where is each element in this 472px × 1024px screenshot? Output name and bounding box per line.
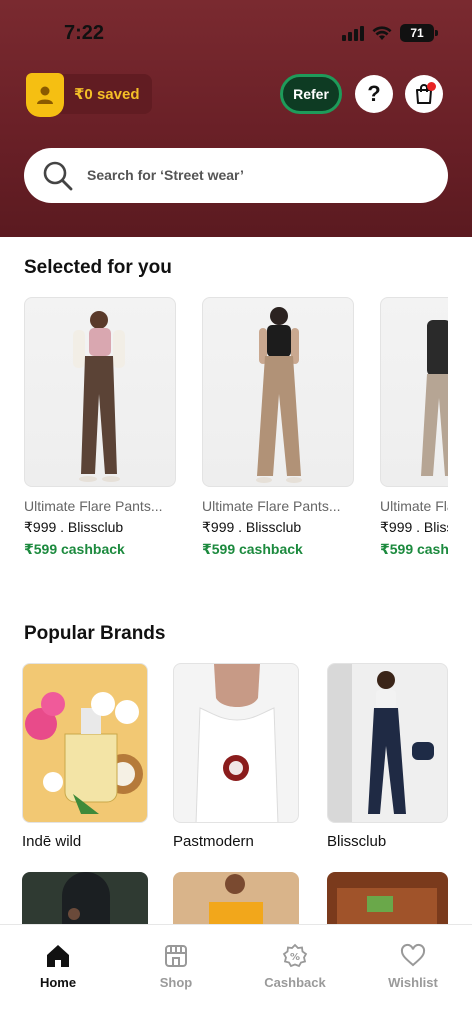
brand-card[interactable] — [173, 872, 299, 924]
nav-label-cashback: Cashback — [264, 975, 326, 990]
product-name: Ultimate Flare Pants... — [202, 498, 341, 514]
bottom-navigation: Home Shop % Cashback Wishlist — [0, 924, 472, 1024]
brand-card[interactable]: Blissclub — [327, 663, 448, 850]
product-price: ₹999 . Blissclub — [202, 519, 302, 535]
product-name: Ultimate Flare Pants... — [24, 498, 163, 514]
signal-icon — [342, 25, 364, 41]
status-icons: 71 — [342, 24, 438, 42]
help-button[interactable]: ? — [355, 75, 393, 113]
search-input[interactable]: Search for ‘Street wear’ — [87, 167, 244, 183]
status-time: 7:22 — [64, 22, 105, 44]
product-card[interactable]: Ultimate Flare Pants... ₹999 . Blissclub… — [380, 297, 448, 558]
brand-card[interactable] — [22, 872, 148, 924]
wifi-icon — [372, 25, 392, 41]
brand-image — [209, 874, 263, 924]
app-header: 7:22 71 ₹0 saved Refer ? Search for ‘Str… — [0, 0, 472, 237]
product-image — [24, 297, 176, 487]
svg-text:%: % — [290, 952, 300, 963]
product-cashback: ₹599 cashback — [24, 541, 125, 557]
product-price: ₹999 . Blissclub — [24, 519, 124, 535]
brand-image — [327, 663, 448, 823]
bag-button[interactable] — [405, 75, 443, 113]
product-card[interactable]: Ultimate Flare Pants... ₹999 . Blissclub… — [202, 297, 354, 558]
brand-name: Pastmodern — [173, 833, 254, 850]
brand-name: Blissclub — [327, 833, 387, 850]
refer-button[interactable]: Refer — [280, 74, 342, 114]
search-bar[interactable]: Search for ‘Street wear’ — [24, 148, 448, 203]
brand-image — [173, 663, 299, 823]
product-image — [202, 297, 354, 487]
profile-shield-icon — [26, 73, 64, 117]
home-icon — [8, 943, 108, 969]
brand-card[interactable]: Pastmodern — [173, 663, 299, 850]
product-cashback: ₹599 cashback — [202, 541, 303, 557]
brand-card[interactable] — [327, 872, 448, 924]
status-bar: 7:22 71 — [0, 0, 472, 70]
nav-label-shop: Shop — [159, 975, 193, 990]
product-image — [380, 297, 448, 487]
search-icon — [43, 161, 73, 191]
brand-image — [62, 872, 110, 924]
product-cashback: ₹599 cashback — [380, 541, 448, 557]
brand-image — [337, 888, 437, 924]
battery-icon: 71 — [400, 24, 438, 42]
product-price: ₹999 . Blissclub — [380, 519, 448, 535]
help-icon: ? — [367, 81, 381, 106]
notification-dot — [427, 82, 436, 91]
nav-label-wishlist: Wishlist — [388, 975, 438, 990]
product-card[interactable]: Ultimate Flare Pants... ₹999 . Blissclub… — [24, 297, 176, 558]
brand-name: Indē wild — [22, 833, 82, 850]
nav-shop[interactable]: Shop — [126, 943, 226, 990]
section-title-brands: Popular Brands — [24, 623, 166, 644]
nav-label-home: Home — [39, 975, 77, 990]
brand-card[interactable]: Indē wild — [22, 663, 148, 850]
heart-icon — [363, 943, 463, 969]
product-name: Ultimate Flare Pants... — [380, 498, 448, 514]
saved-amount: ₹0 saved — [74, 86, 140, 103]
brand-image — [22, 663, 148, 823]
nav-cashback[interactable]: % Cashback — [245, 943, 345, 990]
section-title-selected: Selected for you — [24, 257, 172, 278]
shop-icon — [126, 943, 226, 969]
cashback-icon: % — [245, 943, 345, 969]
nav-wishlist[interactable]: Wishlist — [363, 943, 463, 990]
nav-home[interactable]: Home — [8, 943, 108, 990]
savings-pill[interactable]: ₹0 saved — [26, 73, 152, 117]
